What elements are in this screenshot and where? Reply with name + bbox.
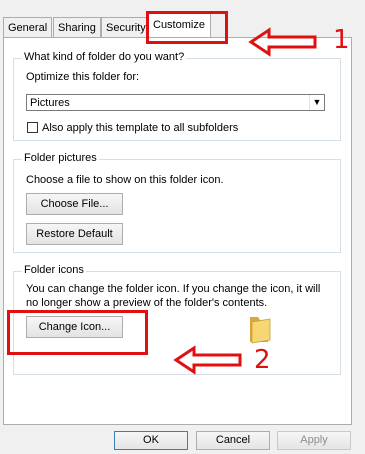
tab-sharing[interactable]: Sharing: [53, 17, 101, 37]
cancel-button[interactable]: Cancel: [196, 431, 270, 450]
apply-subfolders-checkbox[interactable]: [27, 122, 38, 133]
chevron-down-icon: ▼: [309, 95, 324, 110]
folder-icon: [250, 317, 271, 344]
tab-general[interactable]: General: [3, 17, 53, 37]
highlight-box-change-icon: [7, 310, 148, 355]
ok-button[interactable]: OK: [114, 431, 188, 450]
arrow-left-icon: [173, 345, 242, 375]
annotation-number-2: 2: [254, 345, 271, 375]
apply-subfolders-label: Also apply this template to all subfolde…: [42, 122, 239, 134]
folder-type-group-title: What kind of folder do you want?: [22, 51, 187, 64]
apply-button[interactable]: Apply: [277, 431, 351, 450]
restore-default-button[interactable]: Restore Default: [26, 223, 123, 245]
folder-pictures-group-title: Folder pictures: [22, 152, 99, 165]
tab-security[interactable]: Security: [101, 17, 151, 37]
optimize-select-value: Pictures: [30, 97, 70, 109]
arrow-left-icon: [248, 27, 317, 57]
folder-icons-group-title: Folder icons: [22, 264, 86, 277]
choose-file-button[interactable]: Choose File...: [26, 193, 123, 215]
optimize-label: Optimize this folder for:: [26, 71, 140, 83]
folder-icons-desc-line2: no longer show a preview of the folder's…: [26, 297, 268, 309]
folder-icons-desc-line1: You can change the folder icon. If you c…: [26, 283, 321, 295]
highlight-box-customize: [146, 11, 228, 44]
folder-pictures-desc: Choose a file to show on this folder ico…: [26, 174, 224, 186]
annotation-number-1: 1: [333, 25, 350, 55]
optimize-select[interactable]: Pictures ▼: [26, 94, 325, 111]
window-edge: [353, 0, 365, 425]
